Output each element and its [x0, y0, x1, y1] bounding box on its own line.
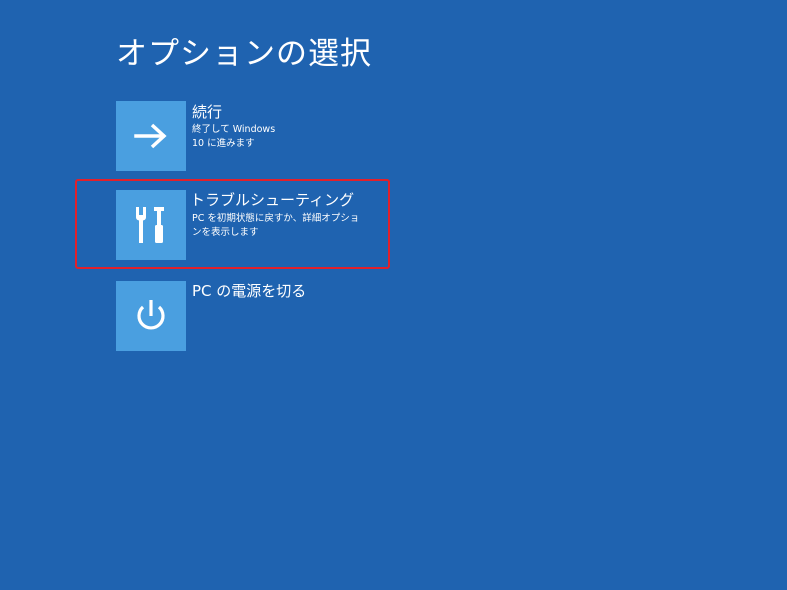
continue-option[interactable]: 続行 終了して Windows 10 に進みます	[116, 101, 384, 173]
power-off-option[interactable]: PC の電源を切る	[116, 281, 384, 353]
troubleshoot-label: トラブルシューティング	[190, 191, 355, 209]
power-off-tile[interactable]	[116, 281, 186, 351]
continue-tile[interactable]	[116, 101, 186, 171]
continue-label: 続行	[192, 103, 223, 121]
troubleshoot-option[interactable]: トラブルシューティング PC を初期状態に戻すか、詳細オプションを表示します	[116, 190, 384, 262]
page-title: オプションの選択	[116, 36, 372, 72]
continue-description: 終了して Windows 10 に進みます	[192, 124, 276, 149]
troubleshoot-tile[interactable]	[116, 190, 186, 260]
tools-icon	[136, 207, 164, 243]
power-off-label: PC の電源を切る	[192, 282, 307, 300]
power-icon	[137, 300, 165, 330]
troubleshoot-description: PC を初期状態に戻すか、詳細オプションを表示します	[192, 213, 360, 238]
arrow-right-icon	[134, 123, 167, 149]
